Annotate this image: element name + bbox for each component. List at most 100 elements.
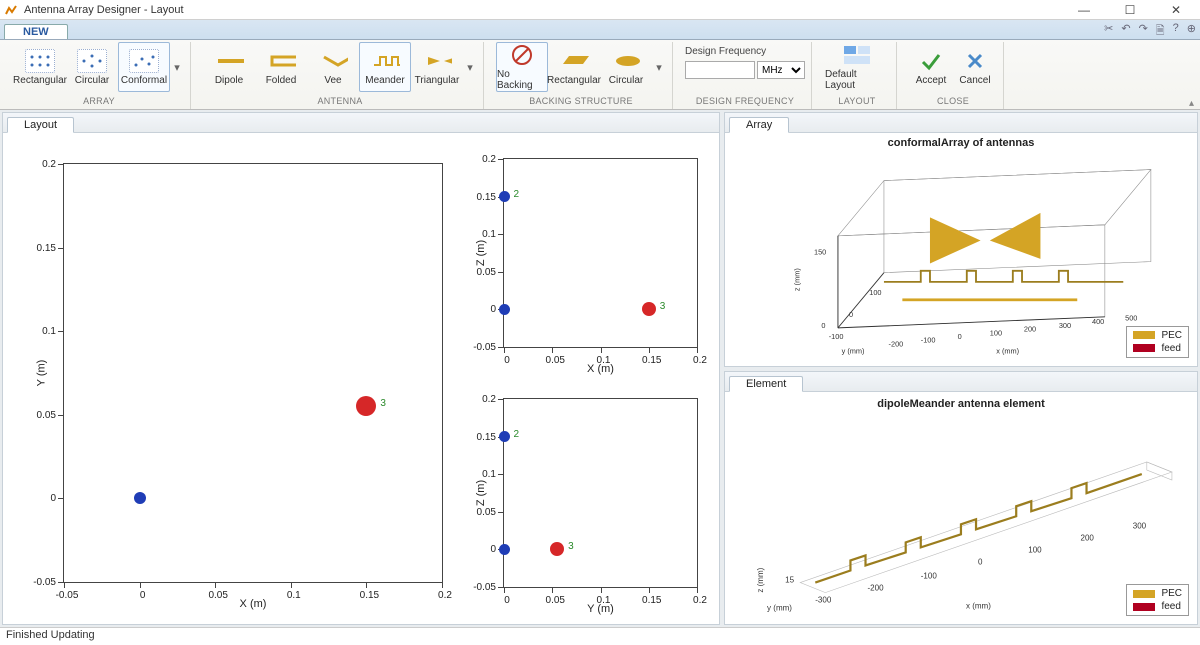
svg-text:z (mm): z (mm): [792, 268, 801, 291]
accept-button[interactable]: Accept: [909, 42, 953, 92]
antenna-triangular-button[interactable]: Triangular: [411, 42, 463, 92]
marker-label: 2: [514, 429, 520, 440]
data-marker: [642, 302, 656, 316]
tab-array[interactable]: Array: [729, 117, 789, 133]
svg-text:-100: -100: [921, 571, 938, 580]
element-legend: PEC feed: [1126, 584, 1189, 616]
axes-xz[interactable]: Z (m) X (m) -0.0500.050.10.150.200.050.1…: [503, 158, 698, 348]
check-icon: [916, 49, 946, 73]
ribbon-tab-new[interactable]: NEW: [4, 24, 68, 39]
backing-more-dropdown[interactable]: ▾: [652, 42, 666, 92]
dipole-icon: [214, 49, 244, 73]
svg-text:x (mm): x (mm): [966, 601, 991, 610]
tick-y: 0.05: [58, 415, 64, 416]
element-pane: Element dipoleMeander antenna element -3…: [724, 371, 1198, 626]
element-3d-plot[interactable]: -300 -200 -100 0 100 200 300 x (mm) 15 z…: [755, 418, 1187, 617]
window-title: Antenna Array Designer - Layout: [24, 4, 1058, 16]
tick-x: 0.15: [649, 587, 650, 593]
array-circular-button[interactable]: Circular: [66, 42, 118, 92]
antenna-meander-button[interactable]: Meander: [359, 42, 411, 92]
svg-text:z (mm): z (mm): [756, 567, 765, 592]
tick-y: 0.1: [498, 234, 504, 235]
tick-x: 0.05: [215, 582, 216, 588]
array-conformal-button[interactable]: Conformal: [118, 42, 170, 92]
tick-y: 0.2: [498, 399, 504, 400]
svg-text:100: 100: [990, 328, 1002, 337]
doc-icon[interactable]: 🗎: [1156, 22, 1165, 41]
design-freq-unit[interactable]: MHz: [757, 61, 805, 79]
grid-circ-icon: [77, 49, 107, 73]
design-freq-heading: Design Frequency: [685, 46, 766, 57]
ribbon-group-backing: No Backing Rectangular Circular ▾ BACKIN…: [492, 42, 673, 109]
default-layout-button[interactable]: Default Layout: [824, 42, 890, 92]
tick-y: 0.1: [498, 474, 504, 475]
vee-icon: [318, 49, 348, 73]
no-backing-icon: [507, 43, 537, 67]
axes-yz[interactable]: Z (m) Y (m) -0.0500.050.10.150.200.050.1…: [503, 398, 698, 588]
tick-x: 0.1: [291, 582, 292, 588]
ribbon: Rectangular Circular Conformal ▾ ARRAY D…: [0, 40, 1200, 110]
data-marker: [356, 396, 376, 416]
marker-label: 3: [568, 541, 574, 552]
rect-plane-icon: [559, 49, 589, 73]
backing-none-button[interactable]: No Backing: [496, 42, 548, 92]
tick-x: 0.1: [601, 587, 602, 593]
array-more-dropdown[interactable]: ▾: [170, 42, 184, 92]
data-marker: [499, 304, 510, 315]
pin-icon[interactable]: ⊕: [1187, 22, 1196, 41]
tick-x: 0: [504, 347, 505, 353]
minimize-button[interactable]: —: [1064, 0, 1104, 20]
cancel-button[interactable]: Cancel: [953, 42, 997, 92]
array-3d-plot[interactable]: -200-1000 100200300 400500 x (mm) -10001…: [765, 153, 1187, 356]
grid-conformal-icon: [129, 49, 159, 73]
svg-text:15: 15: [785, 575, 794, 584]
svg-text:y (mm): y (mm): [842, 347, 865, 356]
backing-rectangular-button[interactable]: Rectangular: [548, 42, 600, 92]
svg-text:400: 400: [1092, 317, 1104, 326]
svg-text:0: 0: [978, 557, 983, 566]
svg-text:-200: -200: [889, 339, 904, 348]
group-label-array: ARRAY: [83, 96, 115, 106]
triangular-icon: [422, 49, 452, 73]
tick-y: 0.2: [498, 159, 504, 160]
redo-icon[interactable]: ↷: [1139, 22, 1148, 41]
antenna-folded-button[interactable]: Folded: [255, 42, 307, 92]
tick-y: 0.1: [58, 331, 64, 332]
folded-icon: [266, 49, 296, 73]
tick-x: 0.2: [442, 582, 443, 588]
antenna-dipole-button[interactable]: Dipole: [203, 42, 255, 92]
maximize-button[interactable]: ☐: [1110, 0, 1150, 20]
ribbon-group-antenna: Dipole Folded Vee Meander Triangular ▾ A…: [199, 42, 484, 109]
ribbon-group-design-freq: Design Frequency MHz DESIGN FREQUENCY: [681, 42, 812, 109]
svg-text:0: 0: [958, 332, 962, 341]
grid-rect-icon: [25, 49, 55, 73]
cut-icon[interactable]: ✂: [1104, 22, 1113, 41]
design-freq-input[interactable]: [685, 61, 755, 79]
titlebar: Antenna Array Designer - Layout — ☐ ✕: [0, 0, 1200, 20]
marker-label: 3: [380, 398, 386, 409]
svg-text:-100: -100: [921, 336, 936, 345]
help-icon[interactable]: ?: [1173, 22, 1179, 41]
close-button[interactable]: ✕: [1156, 0, 1196, 20]
undo-icon[interactable]: ↶: [1121, 22, 1130, 41]
ribbon-group-layout: Default Layout LAYOUT: [820, 42, 897, 109]
array-rectangular-button[interactable]: Rectangular: [14, 42, 66, 92]
app-icon: [4, 3, 18, 17]
tab-layout[interactable]: Layout: [7, 117, 74, 133]
x-icon: [960, 49, 990, 73]
backing-circular-button[interactable]: Circular: [600, 42, 652, 92]
minimize-ribbon-icon[interactable]: ▴: [1189, 98, 1194, 109]
svg-text:500: 500: [1125, 314, 1137, 323]
ribbon-tabstrip: NEW ✂ ↶ ↷ 🗎 ? ⊕: [0, 20, 1200, 40]
svg-text:x (mm): x (mm): [996, 347, 1019, 356]
axes-xy[interactable]: Y (m) X (m) -0.0500.050.10.150.2-0.0500.…: [63, 163, 443, 583]
tick-x: 0: [504, 587, 505, 593]
svg-text:300: 300: [1133, 521, 1147, 530]
antenna-more-dropdown[interactable]: ▾: [463, 42, 477, 92]
data-marker: [499, 191, 510, 202]
marker-label: 2: [514, 189, 520, 200]
status-bar: Finished Updating: [0, 627, 1200, 645]
svg-text:0: 0: [821, 321, 825, 330]
tab-element[interactable]: Element: [729, 376, 803, 392]
antenna-vee-button[interactable]: Vee: [307, 42, 359, 92]
